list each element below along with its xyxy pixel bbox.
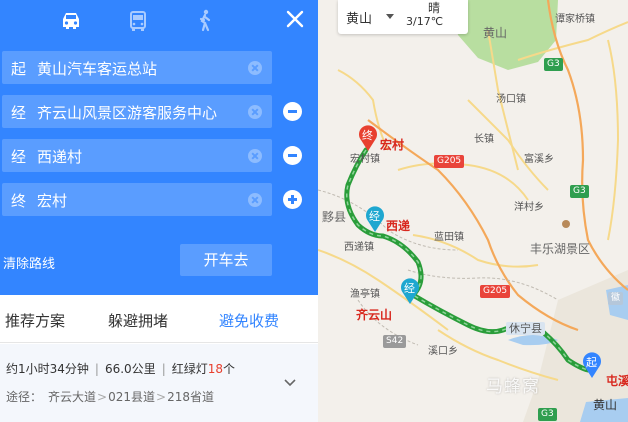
remove-via-1-button[interactable] (283, 102, 302, 121)
via-pin-mark: 经 (404, 282, 415, 295)
map-label: 丰乐湖景区 (530, 242, 591, 256)
map-label: 蓝田镇 (434, 232, 464, 243)
map-label: 休宁县 (506, 322, 545, 335)
clear-via-2-icon[interactable] (248, 149, 262, 163)
route-summary-card[interactable]: 约1小时34分钟 | 66.0公里 | 红绿灯18个 途径： 齐云大道>021县道>218… (0, 344, 318, 422)
tab-avoid-toll[interactable]: 避免收费 (219, 310, 279, 331)
tab-recommended[interactable]: 推荐方案 (5, 310, 65, 331)
separator: | (161, 362, 166, 376)
map-label: 洋村乡 (514, 202, 544, 213)
close-icon[interactable] (282, 6, 308, 32)
via-point-2-input[interactable]: 经 西递村 (2, 139, 272, 172)
arrow: > (156, 390, 167, 404)
road-shield: S42 (383, 335, 407, 348)
via-road: 021县道 (108, 390, 155, 404)
map-label: 汤口镇 (496, 94, 526, 105)
separator: | (94, 362, 99, 376)
start-pin[interactable]: 起 (582, 352, 602, 378)
map-label: 西递镇 (344, 242, 374, 253)
road-shield: G205 (480, 285, 511, 298)
end-point-text: 宏村 (37, 192, 68, 210)
via-pin-2[interactable]: 经 (400, 278, 420, 304)
caret-down-icon[interactable] (386, 14, 394, 19)
route-panel: 起 黄山汽车客运总站 经 齐云山风景区游客服务中心 经 西递村 终 宏村 清除路… (0, 0, 318, 422)
via-point-2-text: 西递村 (37, 148, 83, 166)
road-shield: 徽 (608, 292, 624, 305)
traffic-lights-unit: 个 (223, 362, 236, 376)
clear-start-icon[interactable] (248, 61, 262, 75)
via-2-prefix: 经 (11, 148, 27, 166)
via-pin-2-label: 齐云山 (356, 308, 393, 322)
clear-route-link[interactable]: 清除路线 (3, 253, 55, 272)
highway-shield: G3 (570, 185, 589, 198)
start-pin-mark: 起 (586, 356, 597, 369)
via-pin-1[interactable]: 经 (365, 206, 385, 232)
traffic-lights-label: 红绿灯 (171, 362, 208, 376)
end-pin-mark: 终 (362, 129, 373, 142)
via-pin-mark: 经 (369, 210, 380, 223)
end-pin[interactable]: 终 (358, 125, 378, 151)
route-distance: 66.0公里 (104, 362, 156, 376)
car-icon[interactable] (58, 8, 84, 34)
map-label: 黟县 (322, 210, 347, 224)
map-label: 黄山 (483, 26, 508, 40)
clear-end-icon[interactable] (248, 193, 262, 207)
route-input-area: 起 黄山汽车客运总站 经 齐云山风景区游客服务中心 经 西递村 终 宏村 清除路… (0, 0, 318, 295)
map-label: 谭家桥镇 (555, 14, 595, 25)
weather-condition: 晴 (428, 1, 441, 15)
via-1-prefix: 经 (11, 104, 27, 122)
traffic-lights-count: 18 (207, 362, 224, 376)
drive-button[interactable]: 开车去 (180, 244, 272, 276)
route-stats: 约1小时34分钟 | 66.0公里 | 红绿灯18个 (6, 360, 235, 377)
map-label: 宏村镇 (350, 154, 380, 165)
highway-shield: G3 (544, 58, 563, 71)
via-point-1-text: 齐云山风景区游客服务中心 (37, 104, 218, 122)
map-label: 富溪乡 (524, 154, 554, 165)
arrow: > (97, 390, 108, 404)
map-view[interactable]: 黄山 晴 3/17℃ 黄山 谭家桥镇 汤口镇 长镇 富溪乡 洋村乡 宏村镇 黟县… (318, 0, 628, 422)
end-prefix: 终 (11, 192, 27, 210)
via-road: 齐云大道 (48, 390, 97, 404)
weather-temperature: 3/17℃ (406, 15, 444, 28)
via-road: 218省道 (167, 390, 214, 404)
start-prefix: 起 (11, 60, 27, 78)
map-label: 长镇 (474, 134, 494, 145)
clear-via-1-icon[interactable] (248, 105, 262, 119)
via-point-1-input[interactable]: 经 齐云山风景区游客服务中心 (2, 95, 272, 128)
map-label: 黄山 (593, 398, 618, 412)
via-prefix: 途径： (6, 390, 43, 404)
bus-icon[interactable] (125, 8, 151, 34)
add-via-button[interactable] (283, 190, 302, 209)
road-shield: G205 (434, 155, 465, 168)
end-pin-label: 宏村 (380, 138, 405, 152)
chevron-down-icon[interactable] (283, 376, 297, 390)
start-pin-label: 屯溪 (606, 374, 628, 388)
minus-icon (288, 154, 297, 157)
route-via-roads: 途径： 齐云大道>021县道>218省道 (6, 388, 214, 405)
remove-via-2-button[interactable] (283, 146, 302, 165)
minus-icon (288, 110, 297, 113)
route-strategy-tabs: 推荐方案 躲避拥堵 避免收费 (0, 295, 318, 343)
route-duration: 约1小时34分钟 (6, 362, 89, 376)
watermark-text: 马蜂窝 (486, 377, 540, 397)
walk-icon[interactable] (192, 8, 218, 34)
city-selector[interactable]: 黄山 (346, 8, 372, 27)
via-pin-1-label: 西递 (386, 219, 411, 233)
weather-card: 黄山 晴 3/17℃ (338, 0, 468, 34)
map-label: 溪口乡 (428, 346, 458, 357)
tab-avoid-congestion[interactable]: 躲避拥堵 (108, 310, 168, 331)
highway-shield: G3 (538, 408, 557, 421)
map-label: 渔亭镇 (350, 289, 380, 300)
end-point-input[interactable]: 终 宏村 (2, 183, 272, 216)
start-point-text: 黄山汽车客运总站 (37, 60, 158, 78)
start-point-input[interactable]: 起 黄山汽车客运总站 (2, 51, 272, 84)
